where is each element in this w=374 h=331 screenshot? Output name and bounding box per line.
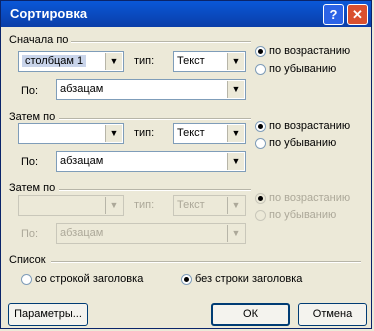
parameters-button[interactable]: Параметры... xyxy=(8,303,88,326)
group3-by-label: По: xyxy=(21,228,39,240)
group1-desc-label[interactable]: по убыванию xyxy=(269,63,336,75)
group1-column-select[interactable]: столбцам 1 ▼ xyxy=(18,51,124,72)
group3-desc-label: по убыванию xyxy=(269,209,337,221)
chevron-down-icon[interactable]: ▼ xyxy=(227,53,244,70)
group1-by-label: По: xyxy=(21,85,39,97)
group2-by-value: абзацам xyxy=(60,155,104,167)
ok-button[interactable]: ОК xyxy=(211,303,290,326)
group1-type-label: тип: xyxy=(134,55,155,67)
chevron-down-icon[interactable]: ▼ xyxy=(227,81,244,98)
group2-type-value: Текст xyxy=(177,127,205,139)
group1-asc-label[interactable]: по возрастанию xyxy=(269,45,350,57)
group1-by-value: абзацам xyxy=(60,83,104,95)
group3-separator xyxy=(59,189,251,191)
list-separator xyxy=(51,261,361,263)
chevron-down-icon: ▼ xyxy=(227,225,244,242)
cancel-button[interactable]: Отмена xyxy=(298,303,367,326)
list-legend: Список xyxy=(9,254,46,266)
without-header-label[interactable]: без строки заголовка xyxy=(195,273,302,285)
group1-legend: Сначала по xyxy=(9,34,69,46)
chevron-down-icon[interactable]: ▼ xyxy=(227,153,244,170)
chevron-down-icon[interactable]: ▼ xyxy=(105,53,122,70)
group2-column-select[interactable]: ▼ xyxy=(18,123,124,144)
close-button[interactable]: ✕ xyxy=(347,4,368,25)
group2-by-label: По: xyxy=(21,156,39,168)
group1-column-value: столбцам 1 xyxy=(22,55,87,67)
group3-asc-radio xyxy=(255,193,266,204)
window-title: Сортировка xyxy=(10,6,88,21)
group1-by-select[interactable]: абзацам ▼ xyxy=(56,79,246,100)
group2-desc-label[interactable]: по убыванию xyxy=(269,137,336,149)
group1-asc-radio[interactable] xyxy=(255,46,266,57)
group3-type-value: Текст xyxy=(177,199,205,211)
group1-type-value: Текст xyxy=(177,55,205,67)
group3-by-value: абзацам xyxy=(60,227,104,239)
sort-dialog: Сортировка ? ✕ Сначала по столбцам 1 ▼ т… xyxy=(0,0,372,329)
group2-asc-label[interactable]: по возрастанию xyxy=(269,120,350,132)
help-button[interactable]: ? xyxy=(323,4,344,25)
with-header-label[interactable]: со строкой заголовка xyxy=(35,273,143,285)
chevron-down-icon[interactable]: ▼ xyxy=(227,125,244,142)
without-header-radio[interactable] xyxy=(181,274,192,285)
chevron-down-icon: ▼ xyxy=(105,197,122,214)
group1-separator xyxy=(71,41,251,43)
chevron-down-icon: ▼ xyxy=(227,197,244,214)
group2-asc-radio[interactable] xyxy=(255,121,266,132)
group3-by-select: абзацам ▼ xyxy=(56,223,246,244)
group2-by-select[interactable]: абзацам ▼ xyxy=(56,151,246,172)
chevron-down-icon[interactable]: ▼ xyxy=(105,125,122,142)
group2-type-label: тип: xyxy=(134,127,155,139)
group2-type-select[interactable]: Текст ▼ xyxy=(173,123,246,144)
group3-legend: Затем по xyxy=(9,182,56,194)
with-header-radio[interactable] xyxy=(21,274,32,285)
group2-separator xyxy=(59,118,251,120)
group2-desc-radio[interactable] xyxy=(255,138,266,149)
group2-legend: Затем по xyxy=(9,111,56,123)
group1-type-select[interactable]: Текст ▼ xyxy=(173,51,246,72)
group3-column-select: ▼ xyxy=(18,195,124,216)
title-bar[interactable]: Сортировка ? ✕ xyxy=(1,1,371,27)
group3-type-label: тип: xyxy=(134,199,155,211)
group1-desc-radio[interactable] xyxy=(255,64,266,75)
group3-desc-radio xyxy=(255,210,266,221)
group3-asc-label: по возрастанию xyxy=(269,192,351,204)
group3-type-select: Текст ▼ xyxy=(173,195,246,216)
